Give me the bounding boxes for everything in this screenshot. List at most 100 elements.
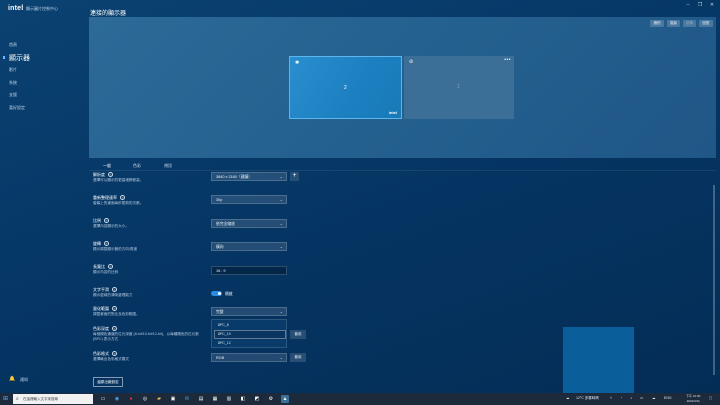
- aspect-ratio-desc: 顯示內容的比例: [93, 270, 119, 274]
- sidebar: 首頁 顯示器 影片 系統 支援 喜好設定 🔔 通知: [0, 16, 82, 393]
- help-icon[interactable]: ?: [112, 306, 117, 312]
- display-arrangement-area[interactable]: [89, 17, 716, 158]
- quantization-desc: 調整畫面的對比及色彩範圍。: [93, 312, 140, 316]
- store-icon[interactable]: ▣: [169, 395, 177, 403]
- app-icon[interactable]: ◧: [239, 395, 247, 403]
- search-icon: ⌕: [16, 396, 19, 402]
- weather-text[interactable]: 12°C 多雲時晴: [576, 396, 599, 401]
- aspect-ratio-field: 16 : 9: [211, 266, 287, 275]
- monitor-brand: intel: [388, 110, 397, 115]
- tab-color[interactable]: 色彩: [133, 163, 141, 169]
- dropdown-option[interactable]: 8PC_8: [218, 323, 229, 327]
- intel-app-icon[interactable]: ▲: [281, 395, 289, 403]
- help-icon[interactable]: ?: [120, 195, 125, 201]
- clock-date: 2021/2/11: [686, 398, 700, 403]
- disabled-icon: ⊘: [409, 59, 414, 65]
- add-custom-resolution-button[interactable]: +: [290, 172, 299, 181]
- app-icon[interactable]: ●: [127, 395, 135, 403]
- resolution-select[interactable]: 3840 x 2160（建議） ⌄: [211, 172, 287, 181]
- minimize-button[interactable]: –: [682, 2, 694, 8]
- clock[interactable]: 下午 10:30 2021/2/11: [686, 394, 700, 403]
- chevron-down-icon: ⌄: [279, 309, 283, 314]
- page-title: 連接的顯示器: [90, 11, 127, 17]
- tab-video[interactable]: 視訊: [164, 163, 172, 169]
- scale-select[interactable]: 依完全縮放 ⌄: [211, 219, 287, 228]
- extend-button[interactable]: 延伸: [683, 20, 696, 27]
- quantization-select[interactable]: 完整 ⌄: [211, 307, 287, 316]
- sidebar-item-preferences[interactable]: 喜好設定: [9, 105, 25, 111]
- rotation-select[interactable]: 橫向 ⌄: [211, 242, 287, 251]
- task-view-icon[interactable]: ▭: [99, 395, 107, 403]
- scale-desc: 選擇內容顯示的大小。: [93, 224, 129, 228]
- app-icon[interactable]: ▥: [225, 395, 233, 403]
- windows-start-icon[interactable]: ⊞: [3, 395, 8, 402]
- edge-icon[interactable]: ◉: [113, 395, 121, 403]
- settings-gear-icon[interactable]: ⚙: [267, 395, 275, 403]
- search-input[interactable]: ⌕ 在這裡輸入文字來搜尋: [13, 394, 93, 404]
- language-indicator[interactable]: ENG: [664, 396, 672, 400]
- chevron-down-icon: ⌄: [279, 174, 283, 179]
- star-icon: ✱: [295, 60, 300, 66]
- close-button[interactable]: ✕: [706, 2, 718, 8]
- color-depth-apply-button[interactable]: 套用: [290, 330, 306, 339]
- app-icon[interactable]: ▦: [211, 395, 219, 403]
- more-icon[interactable]: •••: [504, 57, 511, 63]
- text-smoothing-desc: 顯示邊緣的清晰處理能力: [93, 293, 133, 297]
- sidebar-item-system[interactable]: 系統: [9, 80, 17, 86]
- clock-time: 下午 10:30: [686, 394, 701, 398]
- revert-button[interactable]: 回復: [699, 20, 713, 27]
- volume-icon[interactable]: ◖: [630, 396, 632, 400]
- help-icon[interactable]: ?: [112, 351, 117, 357]
- notification-center-icon[interactable]: ▢: [709, 396, 712, 400]
- color-format-select[interactable]: RGB ⌄: [211, 353, 287, 362]
- help-icon[interactable]: ?: [112, 326, 117, 332]
- color-depth-desc: 每個顏色通道的位元深度 (8-bit/10-bit/12-bit)，以每種顏色的…: [93, 332, 199, 341]
- taskbar: ⊞ ⌕ 在這裡輸入文字來搜尋 ▭ ◉ ● ◎ ▰ ▣ ✉ ▤ ▦ ▥ ◧ ◩ ⚙…: [0, 393, 720, 405]
- sidebar-item-display[interactable]: 顯示器: [9, 53, 30, 63]
- refresh-rate-desc: 螢幕上的畫面每秒更新的次數。: [93, 201, 144, 205]
- scrollbar[interactable]: [713, 185, 715, 375]
- refresh-rate-select[interactable]: 30p ⌄: [211, 195, 287, 204]
- app-icon[interactable]: ▤: [197, 395, 205, 403]
- chrome-icon[interactable]: ◎: [141, 395, 149, 403]
- chevron-up-icon[interactable]: ˄: [610, 396, 612, 400]
- tab-general[interactable]: 一般: [103, 163, 111, 169]
- monitor-number: 1: [457, 84, 460, 90]
- cloud-icon[interactable]: ☁: [652, 396, 656, 400]
- intel-logo: intel: [8, 5, 24, 12]
- sidebar-item-home[interactable]: 首頁: [9, 42, 17, 48]
- monitor-2-tile[interactable]: ✱ 2 intel: [289, 56, 402, 119]
- help-icon[interactable]: ?: [108, 264, 113, 270]
- color-depth-dropdown[interactable]: 8PC_8 8PC_10 8PC_12: [211, 319, 287, 348]
- color-format-apply-button[interactable]: 套用: [290, 353, 306, 362]
- restore-defaults-button[interactable]: 還原出廠設定: [93, 377, 123, 387]
- tab-bar: 一般 色彩 視訊: [89, 161, 716, 171]
- dropdown-option[interactable]: 8PC_10: [218, 332, 231, 336]
- app-title: 顯示圖片控制中心: [26, 6, 58, 11]
- file-explorer-icon[interactable]: ▰: [155, 395, 163, 403]
- help-icon[interactable]: ?: [112, 287, 117, 293]
- sidebar-item-video[interactable]: 影片: [9, 67, 17, 73]
- identify-button[interactable]: 識別: [650, 20, 664, 27]
- app-icon[interactable]: ◩: [253, 395, 261, 403]
- help-icon[interactable]: ?: [108, 172, 113, 178]
- dropdown-option[interactable]: 8PC_12: [218, 341, 231, 345]
- sidebar-item-support[interactable]: 支援: [9, 92, 17, 98]
- weather-icon[interactable]: ☁: [566, 396, 570, 400]
- monitor-1-tile[interactable]: ⊘ ••• 1: [404, 56, 514, 119]
- text-smoothing-toggle[interactable]: [211, 291, 222, 296]
- duplicate-button[interactable]: 複製: [667, 20, 680, 27]
- battery-icon[interactable]: ▭: [640, 396, 643, 400]
- monitor-number: 2: [344, 85, 347, 91]
- bell-icon: 🔔: [9, 376, 16, 382]
- chevron-down-icon: ⌄: [279, 244, 283, 249]
- chevron-down-icon: ⌄: [279, 197, 283, 202]
- notifications-button[interactable]: 🔔 通知: [9, 376, 28, 383]
- network-icon[interactable]: ◔: [620, 396, 622, 400]
- notifications-label: 通知: [20, 377, 28, 382]
- help-icon[interactable]: ?: [104, 241, 109, 247]
- mail-icon[interactable]: ✉: [183, 395, 191, 403]
- maximize-button[interactable]: ❐: [694, 2, 706, 8]
- help-icon[interactable]: ?: [104, 218, 109, 224]
- app-window: intel 顯示圖片控制中心 – ❐ ✕ 首頁 顯示器 影片 系統 支援 喜好設…: [0, 0, 720, 393]
